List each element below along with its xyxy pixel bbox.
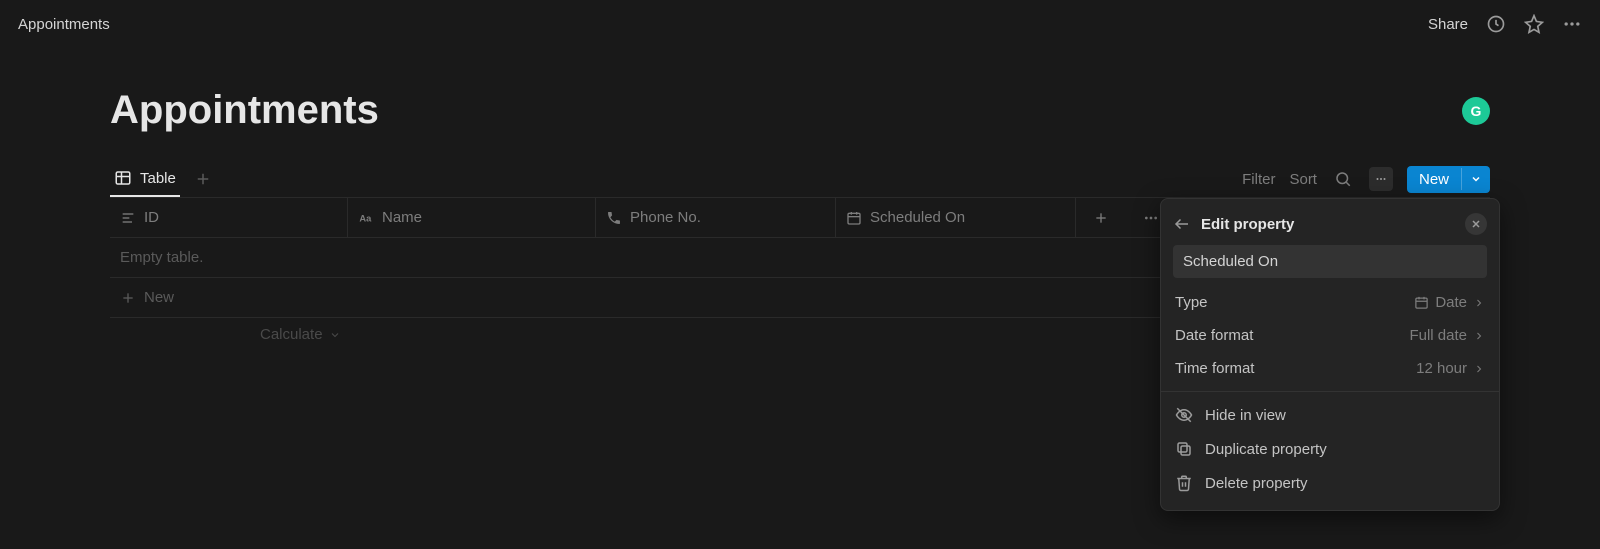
new-button-label: New — [1407, 166, 1461, 193]
column-header-name-label: Name — [382, 209, 422, 226]
plus-icon — [120, 290, 136, 306]
edit-property-popover: Edit property Type Date — [1160, 198, 1500, 511]
time-format-row[interactable]: Time format 12 hour — [1161, 352, 1499, 385]
column-header-phone-label: Phone No. — [630, 209, 701, 226]
column-header-scheduled-label: Scheduled On — [870, 209, 965, 226]
property-name-input[interactable] — [1173, 245, 1487, 278]
delete-property-button[interactable]: Delete property — [1161, 466, 1499, 500]
chevron-right-icon — [1473, 363, 1485, 375]
chevron-down-icon — [329, 329, 341, 341]
trash-icon — [1175, 474, 1193, 492]
topbar: Appointments Share — [0, 0, 1600, 48]
tab-table[interactable]: Table — [110, 161, 180, 197]
column-header-phone[interactable]: Phone No. — [596, 198, 836, 237]
hide-in-view-button[interactable]: Hide in view — [1161, 398, 1499, 432]
table-icon — [114, 169, 132, 187]
text-align-icon — [120, 210, 136, 226]
divider — [1161, 391, 1499, 392]
duplicate-property-button[interactable]: Duplicate property — [1161, 432, 1499, 466]
new-row-label: New — [144, 289, 174, 306]
time-format-value: 12 hour — [1416, 360, 1467, 377]
updates-icon[interactable] — [1486, 14, 1506, 34]
time-format-label: Time format — [1175, 360, 1254, 377]
favorite-icon[interactable] — [1524, 14, 1544, 34]
calendar-icon — [846, 210, 862, 226]
date-format-label: Date format — [1175, 327, 1253, 344]
more-icon[interactable] — [1562, 14, 1582, 34]
view-options-icon[interactable] — [1369, 167, 1393, 191]
date-format-value: Full date — [1409, 327, 1467, 344]
text-aa-icon: Aa — [358, 210, 374, 226]
delete-property-label: Delete property — [1205, 475, 1308, 492]
column-header-name[interactable]: Aa Name — [348, 198, 596, 237]
svg-text:Aa: Aa — [359, 213, 372, 223]
popover-title: Edit property — [1201, 216, 1455, 233]
filter-button[interactable]: Filter — [1242, 171, 1275, 188]
chevron-down-icon[interactable] — [1461, 168, 1490, 190]
column-header-id-label: ID — [144, 209, 159, 226]
duplicate-property-label: Duplicate property — [1205, 441, 1327, 458]
breadcrumb[interactable]: Appointments — [18, 16, 110, 33]
tab-table-label: Table — [140, 170, 176, 187]
eye-off-icon — [1175, 406, 1193, 424]
back-button[interactable] — [1173, 215, 1191, 233]
page-title[interactable]: Appointments — [110, 88, 379, 133]
duplicate-icon — [1175, 440, 1193, 458]
sort-button[interactable]: Sort — [1289, 171, 1317, 188]
type-label: Type — [1175, 294, 1208, 311]
property-type-row[interactable]: Type Date — [1161, 286, 1499, 319]
column-header-scheduled[interactable]: Scheduled On — [836, 198, 1076, 237]
chevron-right-icon — [1473, 297, 1485, 309]
type-value: Date — [1435, 294, 1467, 311]
calculate-label: Calculate — [260, 326, 323, 343]
add-view-button[interactable] — [194, 170, 212, 188]
add-column-button[interactable] — [1076, 198, 1126, 237]
hide-in-view-label: Hide in view — [1205, 407, 1286, 424]
view-toolbar: Table Filter Sort New — [110, 161, 1490, 198]
date-format-row[interactable]: Date format Full date — [1161, 319, 1499, 352]
chevron-right-icon — [1473, 330, 1485, 342]
close-button[interactable] — [1465, 213, 1487, 235]
column-header-id[interactable]: ID — [110, 198, 348, 237]
phone-icon — [606, 210, 622, 226]
search-icon[interactable] — [1331, 167, 1355, 191]
new-button[interactable]: New — [1407, 166, 1490, 193]
share-button[interactable]: Share — [1428, 16, 1468, 33]
calendar-icon — [1414, 295, 1429, 310]
avatar[interactable]: G — [1462, 97, 1490, 125]
